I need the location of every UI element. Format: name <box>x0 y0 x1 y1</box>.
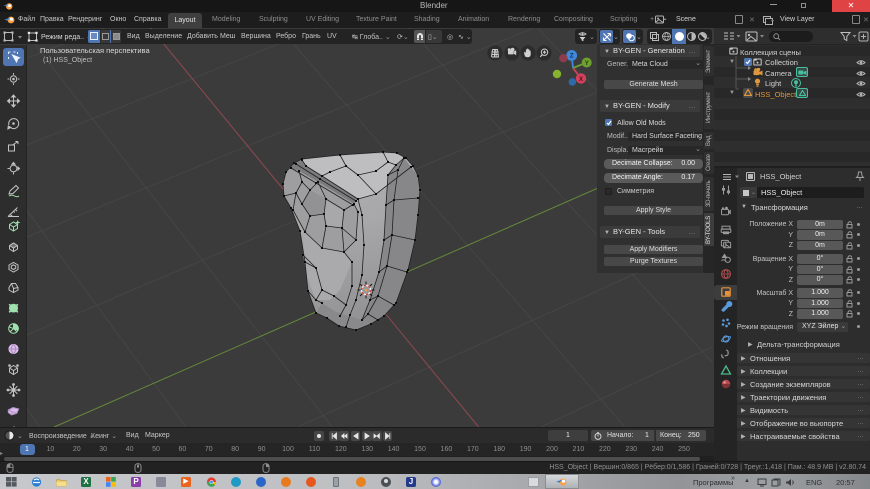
svg-text:Y: Y <box>585 61 589 67</box>
svg-text:X: X <box>579 77 583 83</box>
svg-text:Z: Z <box>570 54 574 60</box>
